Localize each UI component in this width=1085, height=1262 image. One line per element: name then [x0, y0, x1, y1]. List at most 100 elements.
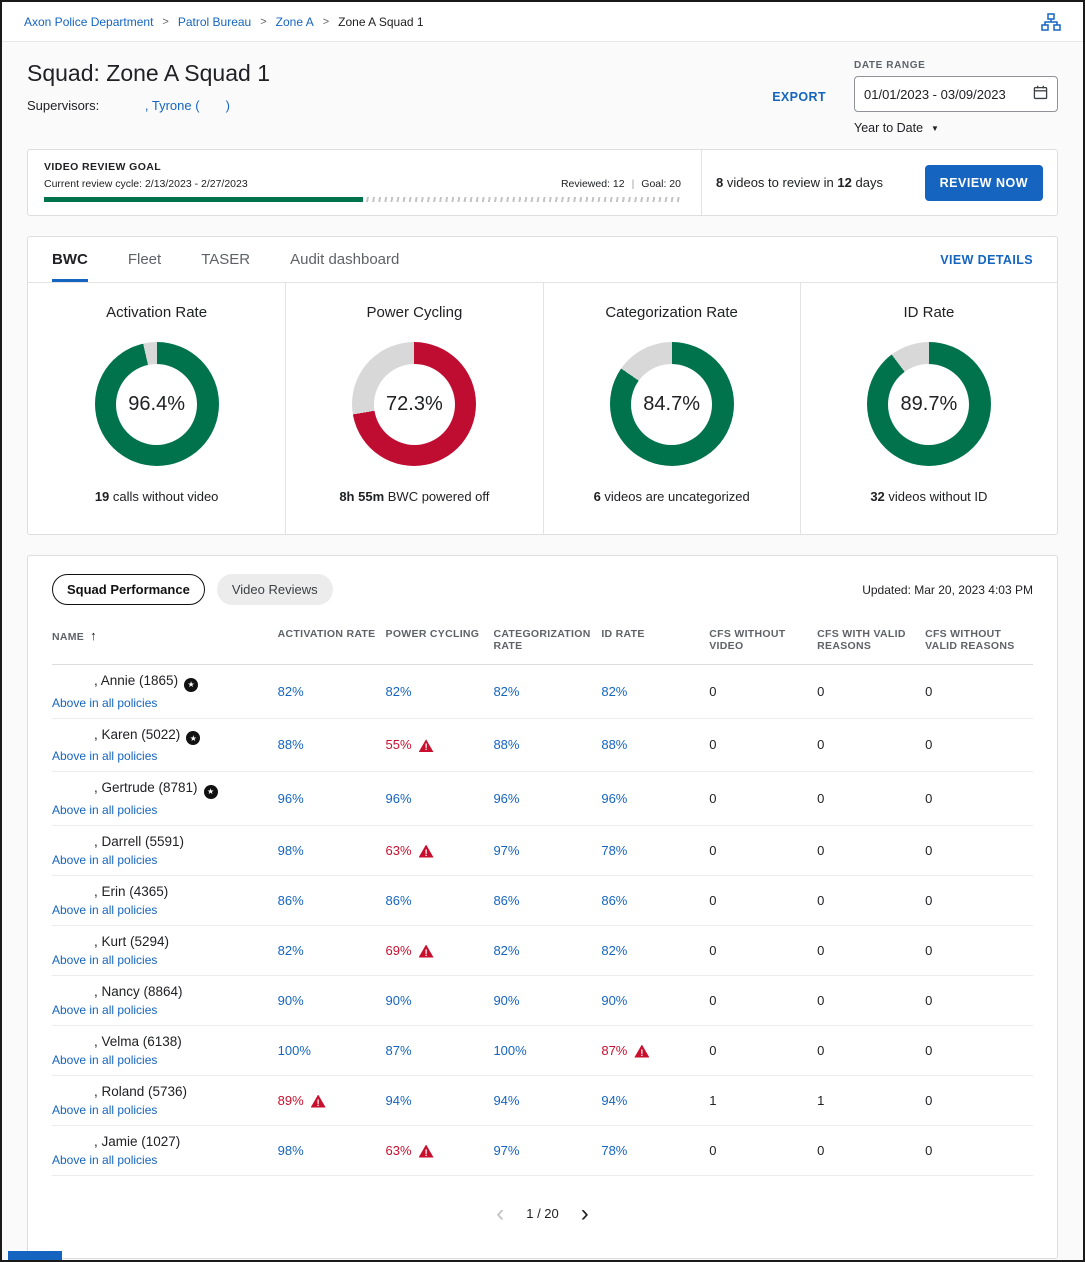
- metric-value-link[interactable]: 90%: [386, 993, 412, 1008]
- officer-name[interactable]: , Karen (5022): [94, 727, 180, 742]
- next-page-button[interactable]: ›: [581, 1202, 589, 1226]
- column-header-cfs-valid-reasons[interactable]: CFS WITH VALID REASONS: [817, 622, 925, 665]
- metric-value-link[interactable]: 87%: [386, 1043, 412, 1058]
- squad-performance-toggle[interactable]: Squad Performance: [52, 574, 205, 605]
- officer-name[interactable]: , Velma (6138): [94, 1034, 182, 1049]
- officer-name[interactable]: , Gertrude (8781): [94, 780, 198, 795]
- metric-value-link[interactable]: 96%: [493, 791, 519, 806]
- metric-value-link[interactable]: 94%: [493, 1093, 519, 1108]
- tab-taser[interactable]: TASER: [201, 237, 250, 282]
- review-now-button[interactable]: REVIEW NOW: [925, 165, 1043, 201]
- tab-fleet[interactable]: Fleet: [128, 237, 161, 282]
- officer-name[interactable]: , Jamie (1027): [94, 1134, 180, 1149]
- metric-value-link[interactable]: 94%: [386, 1093, 412, 1108]
- date-preset-dropdown[interactable]: Year to Date ▼: [854, 121, 1058, 135]
- metric-value-link[interactable]: 86%: [601, 893, 627, 908]
- breadcrumb-link-bureau[interactable]: Patrol Bureau: [178, 15, 251, 29]
- metric-value-link[interactable]: 82%: [386, 684, 412, 699]
- column-header-id-rate[interactable]: ID RATE: [601, 622, 709, 665]
- policy-status-link[interactable]: Above in all policies: [52, 903, 157, 917]
- metric-value-link[interactable]: 69%: [386, 943, 412, 958]
- prev-page-button[interactable]: ‹: [496, 1202, 504, 1226]
- count-value: 0: [817, 1025, 925, 1075]
- count-value: 0: [925, 875, 1033, 925]
- metric-value-link[interactable]: 89%: [278, 1093, 304, 1108]
- metric-value-link[interactable]: 98%: [278, 1143, 304, 1158]
- metric-value-link[interactable]: 87%: [601, 1043, 627, 1058]
- metric-value-link[interactable]: 88%: [601, 737, 627, 752]
- view-details-link[interactable]: VIEW DETAILS: [940, 253, 1033, 267]
- metric-value-link[interactable]: 82%: [278, 684, 304, 699]
- metric-value-link[interactable]: 90%: [601, 993, 627, 1008]
- metric-value-link[interactable]: 63%: [386, 1143, 412, 1158]
- video-reviews-toggle[interactable]: Video Reviews: [217, 574, 333, 605]
- policy-status-link[interactable]: Above in all policies: [52, 853, 157, 867]
- metric-value-link[interactable]: 97%: [493, 843, 519, 858]
- column-header-name[interactable]: NAME↑: [52, 622, 278, 665]
- metric-value-link[interactable]: 96%: [278, 791, 304, 806]
- metric-value-link[interactable]: 98%: [278, 843, 304, 858]
- policy-status-link[interactable]: Above in all policies: [52, 953, 157, 967]
- review-counts: Reviewed: 12|Goal: 20: [561, 178, 681, 190]
- metric-value-link[interactable]: 94%: [601, 1093, 627, 1108]
- export-button[interactable]: EXPORT: [772, 90, 826, 104]
- view-toggle: Squad Performance Video Reviews: [52, 574, 333, 605]
- tab-audit-dashboard[interactable]: Audit dashboard: [290, 237, 399, 282]
- metric-value-link[interactable]: 100%: [493, 1043, 526, 1058]
- metric-value-link[interactable]: 86%: [493, 893, 519, 908]
- policy-status-link[interactable]: Above in all policies: [52, 1003, 157, 1017]
- metric-value-link[interactable]: 100%: [278, 1043, 311, 1058]
- column-header-activation-rate[interactable]: ACTIVATION RATE: [278, 622, 386, 665]
- metric-value-link[interactable]: 82%: [278, 943, 304, 958]
- officer-name[interactable]: , Erin (4365): [94, 884, 168, 899]
- policy-status-link[interactable]: Above in all policies: [52, 1153, 157, 1167]
- count-value: 0: [817, 665, 925, 719]
- metric-value-link[interactable]: 96%: [601, 791, 627, 806]
- donut-value: 84.7%: [643, 393, 700, 416]
- metric-value-link[interactable]: 82%: [493, 943, 519, 958]
- column-header-power-cycling[interactable]: POWER CYCLING: [386, 622, 494, 665]
- calendar-icon[interactable]: [1033, 85, 1048, 103]
- metric-value-link[interactable]: 86%: [386, 893, 412, 908]
- metric-value-link[interactable]: 78%: [601, 1143, 627, 1158]
- policy-status-link[interactable]: Above in all policies: [52, 749, 157, 763]
- chevron-right-icon: >: [323, 16, 329, 28]
- officer-name[interactable]: , Kurt (5294): [94, 934, 169, 949]
- breadcrumb-link-department[interactable]: Axon Police Department: [24, 15, 153, 29]
- policy-status-link[interactable]: Above in all policies: [52, 1053, 157, 1067]
- org-chart-icon[interactable]: [1041, 13, 1061, 31]
- metric-value-link[interactable]: 96%: [386, 791, 412, 806]
- table-row: , Kurt (5294) Above in all policies 82% 69%…: [52, 925, 1033, 975]
- officer-name[interactable]: , Nancy (8864): [94, 984, 183, 999]
- column-header-cfs-invalid-reasons[interactable]: CFS WITHOUT VALID REASONS: [925, 622, 1033, 665]
- date-range-input[interactable]: 01/01/2023 - 03/09/2023: [854, 76, 1058, 112]
- count-value: 0: [709, 1125, 817, 1175]
- policy-status-link[interactable]: Above in all policies: [52, 803, 157, 817]
- column-header-categorization-rate[interactable]: CATEGORIZATION RATE: [493, 622, 601, 665]
- metric-value-link[interactable]: 88%: [278, 737, 304, 752]
- officer-name[interactable]: , Annie (1865): [94, 673, 178, 688]
- policy-status-link[interactable]: Above in all policies: [52, 1103, 157, 1117]
- metric-value-link[interactable]: 90%: [493, 993, 519, 1008]
- chat-widget-bar[interactable]: [8, 1251, 62, 1260]
- sort-ascending-icon[interactable]: ↑: [90, 628, 97, 643]
- metric-value-link[interactable]: 86%: [278, 893, 304, 908]
- column-header-cfs-without-video[interactable]: CFS WITHOUT VIDEO: [709, 622, 817, 665]
- supervisor-link[interactable]: , Tyrone (): [145, 98, 230, 113]
- breadcrumb-current: Zone A Squad 1: [338, 15, 423, 29]
- metric-value-link[interactable]: 90%: [278, 993, 304, 1008]
- metric-value-link[interactable]: 97%: [493, 1143, 519, 1158]
- page-title: Squad: Zone A Squad 1: [27, 60, 270, 87]
- metric-value-link[interactable]: 63%: [386, 843, 412, 858]
- breadcrumb-link-zone[interactable]: Zone A: [276, 15, 314, 29]
- metric-value-link[interactable]: 55%: [386, 737, 412, 752]
- metric-value-link[interactable]: 82%: [493, 684, 519, 699]
- policy-status-link[interactable]: Above in all policies: [52, 696, 157, 710]
- metric-value-link[interactable]: 82%: [601, 943, 627, 958]
- metric-value-link[interactable]: 88%: [493, 737, 519, 752]
- metric-value-link[interactable]: 82%: [601, 684, 627, 699]
- officer-name[interactable]: , Roland (5736): [94, 1084, 187, 1099]
- metric-value-link[interactable]: 78%: [601, 843, 627, 858]
- tab-bwc[interactable]: BWC: [52, 237, 88, 282]
- officer-name[interactable]: , Darrell (5591): [94, 834, 184, 849]
